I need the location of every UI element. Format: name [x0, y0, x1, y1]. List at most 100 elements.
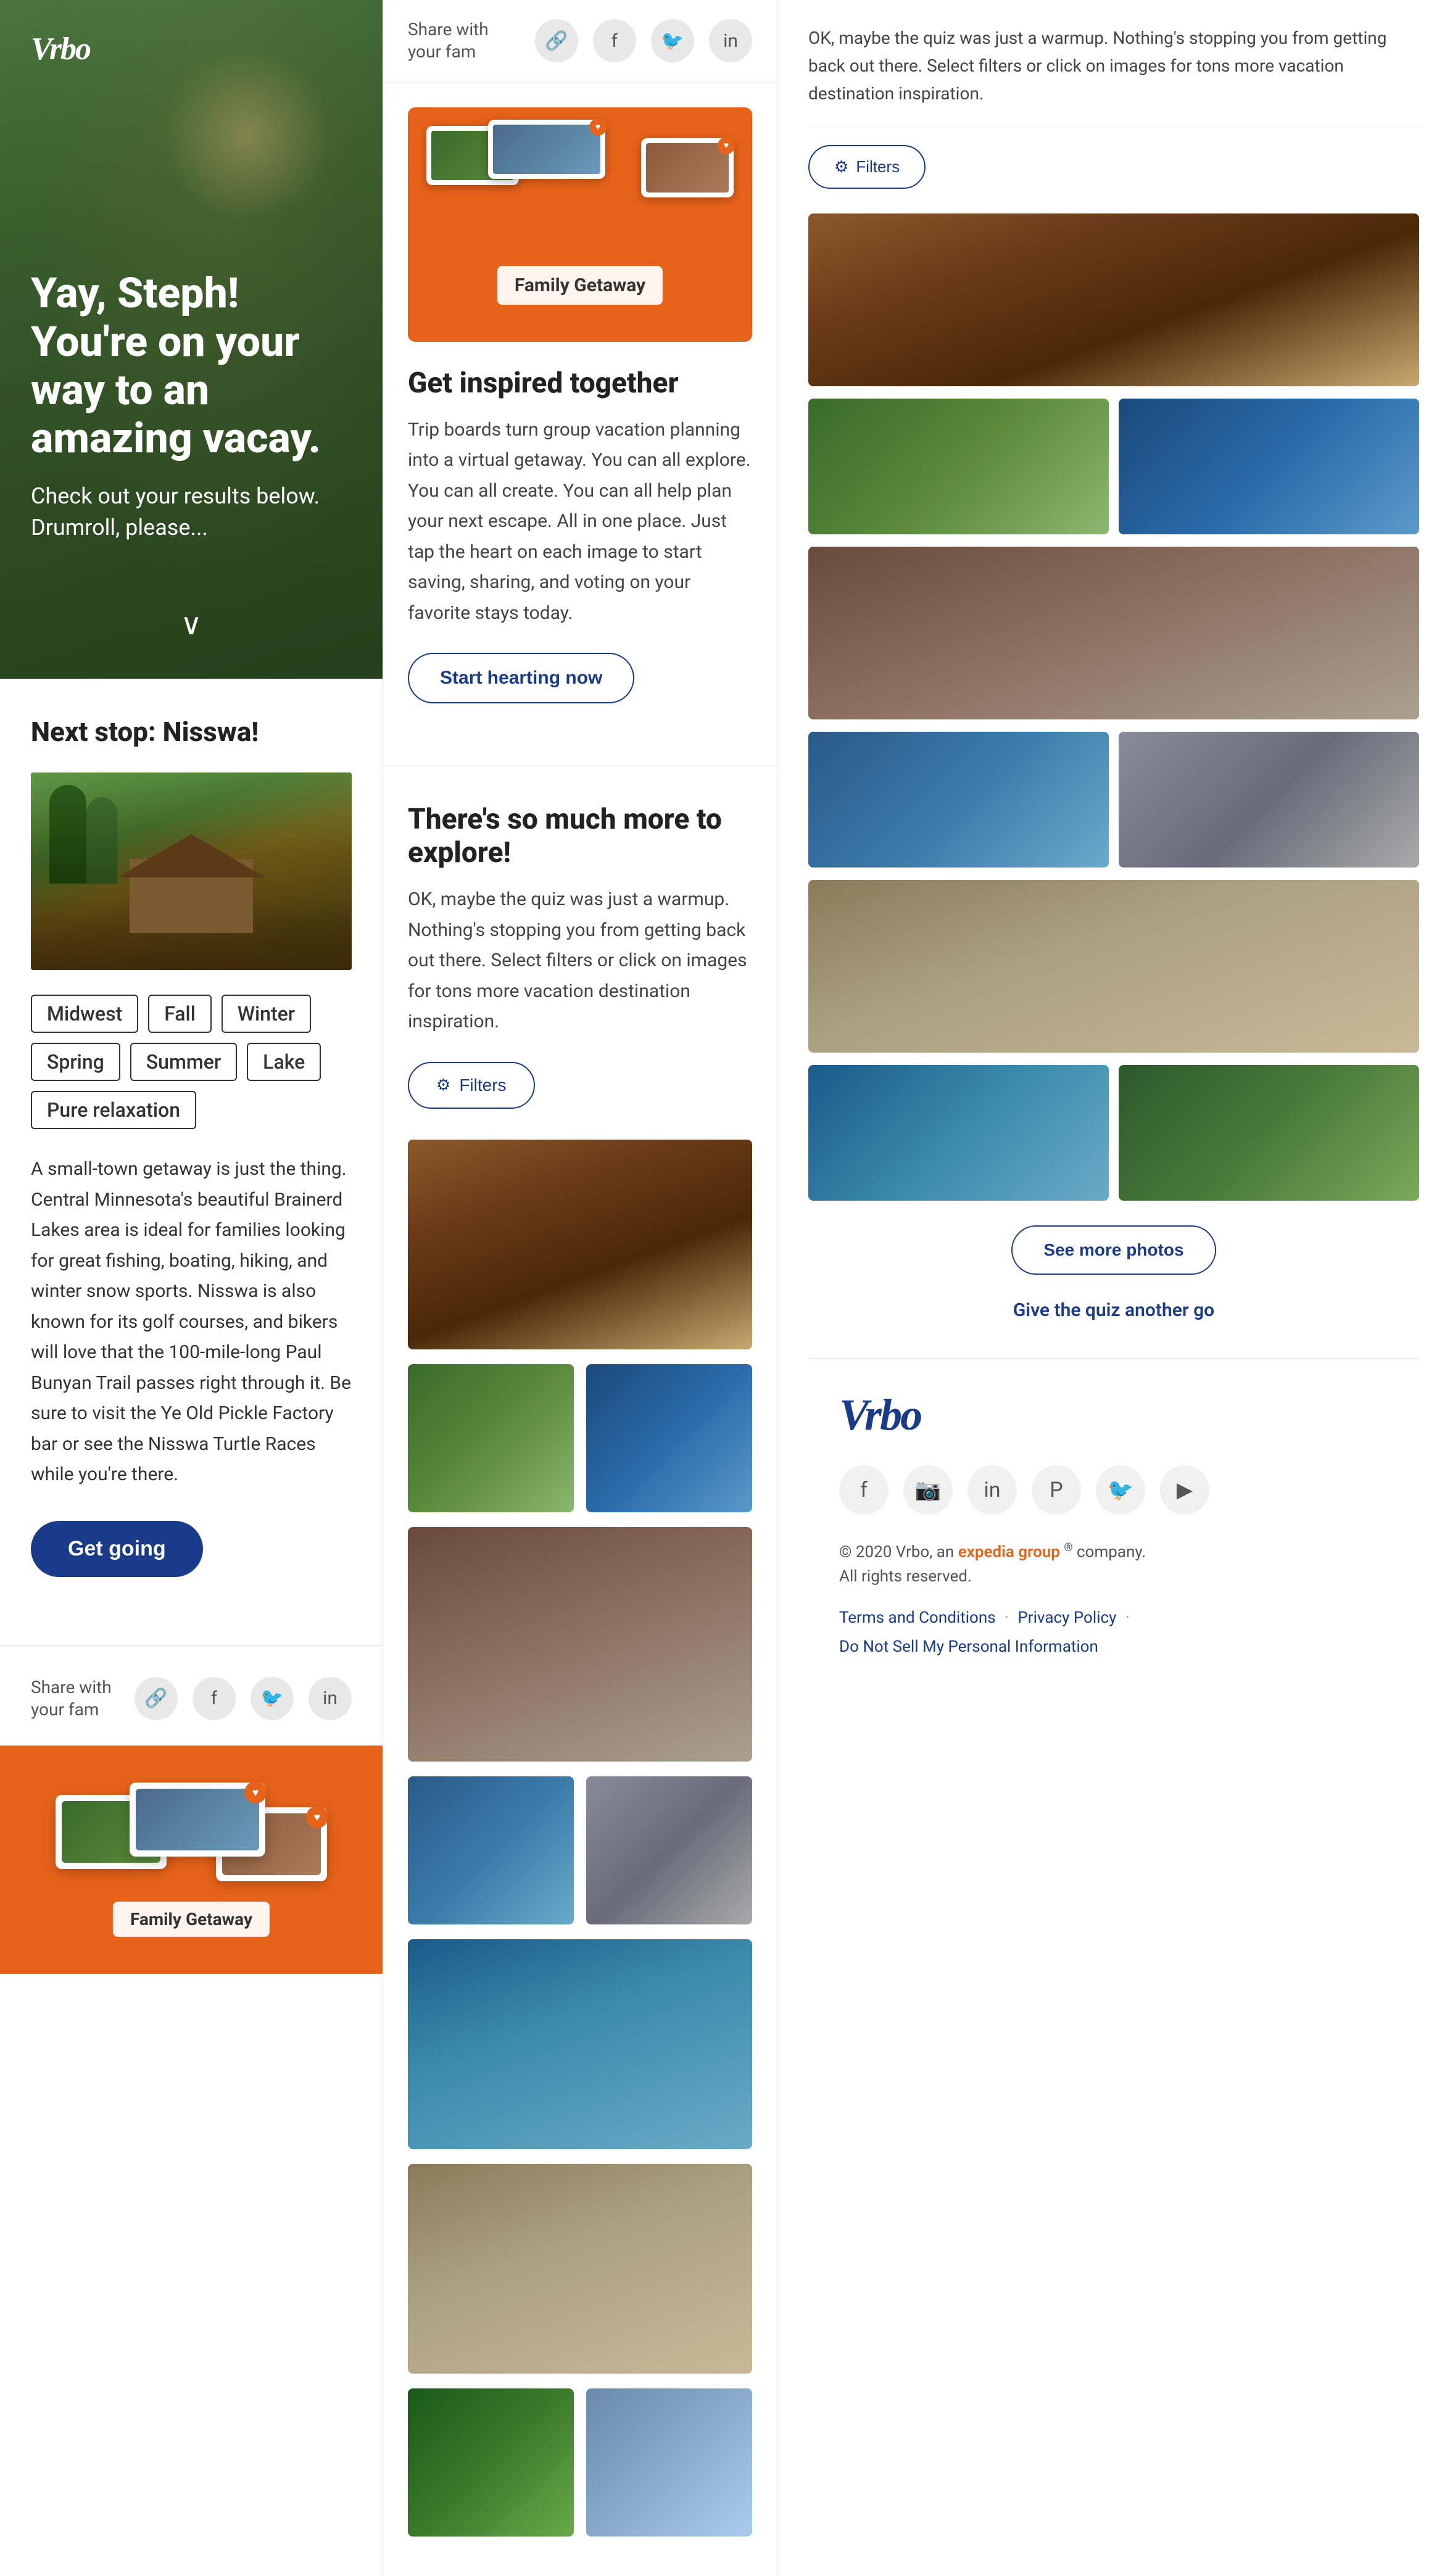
m-thumb-3	[646, 143, 729, 193]
give-quiz-another-go-link[interactable]: Give the quiz another go	[808, 1299, 1419, 1321]
m-heart-3: ♥	[718, 137, 735, 154]
middle-share-twitter-icon[interactable]: 🐦	[651, 19, 694, 62]
tag-midwest[interactable]: Midwest	[31, 995, 138, 1033]
hero-text-block: Yay, Steph! You're on your way to an ama…	[31, 269, 352, 543]
terms-conditions-link[interactable]: Terms and Conditions	[839, 1609, 996, 1627]
filters-label-middle: Filters	[459, 1075, 506, 1095]
tag-pure-relaxation[interactable]: Pure relaxation	[31, 1091, 196, 1129]
right-photo-green[interactable]	[808, 399, 1109, 534]
get-inspired-desc: Trip boards turn group vacation planning…	[408, 415, 752, 629]
family-getaway-label-middle: Family Getaway	[497, 266, 663, 305]
right-photo-house[interactable]	[1119, 732, 1419, 868]
photo-green-houses[interactable]	[408, 1364, 574, 1512]
right-photo-grid	[808, 213, 1419, 1201]
tag-fall[interactable]: Fall	[148, 995, 212, 1033]
filters-label-right: Filters	[856, 157, 900, 176]
right-photo-double-2	[808, 732, 1419, 868]
start-hearting-button[interactable]: Start hearting now	[408, 653, 634, 703]
share-twitter-icon[interactable]: 🐦	[251, 1677, 294, 1720]
photo-lake-view[interactable]	[408, 1776, 574, 1924]
hero-subtext: Check out your results below. Drumroll, …	[31, 481, 352, 543]
footer-section: Vrbo f 📷 in P 🐦 ▶ © 2020 Vrbo, an expedi…	[808, 1358, 1419, 1698]
footer-pinterest-icon[interactable]: P	[1032, 1465, 1081, 1515]
share-facebook-icon[interactable]: f	[193, 1677, 236, 1720]
share-linkedin-icon[interactable]: in	[309, 1677, 352, 1720]
photo-grid-double-3	[408, 2388, 752, 2537]
hero-greeting: Yay, Steph! You're on your way to an ama…	[31, 269, 352, 462]
share-label: Share with your fam	[31, 1676, 116, 1721]
middle-share-top: Share with your fam 🔗 f 🐦 in	[383, 0, 777, 83]
footer-vrbo-logo: Vrbo	[839, 1389, 1388, 1441]
tag-lake[interactable]: Lake	[247, 1043, 321, 1081]
explore-desc: OK, maybe the quiz was just a warmup. No…	[408, 884, 752, 1037]
filters-button-middle[interactable]: ⚙ Filters	[408, 1062, 535, 1109]
next-stop-title: Next stop: Nisswa!	[31, 716, 352, 748]
get-going-button[interactable]: Get going	[31, 1521, 203, 1577]
footer-separator-1: ·	[1005, 1609, 1009, 1627]
m-float-card-2: ♥	[488, 120, 605, 179]
explore-section-middle: There's so much more to explore! OK, may…	[383, 765, 777, 2576]
filter-icon-middle: ⚙	[436, 1075, 450, 1095]
share-link-icon[interactable]: 🔗	[135, 1677, 178, 1720]
photo-beach-hat[interactable]	[408, 1939, 752, 2149]
footer-separator-2: ·	[1125, 1609, 1130, 1627]
vrbo-logo-hero: Vrbo	[31, 31, 90, 67]
share-icons-group: 🔗 f 🐦 in	[135, 1677, 352, 1720]
trip-board-section: ♥ ♥ ♥ Family Getaway Get	[383, 83, 777, 766]
photo-trees-2[interactable]	[408, 2388, 574, 2537]
right-column: OK, maybe the quiz was just a warmup. No…	[777, 0, 1450, 2576]
footer-youtube-icon[interactable]: ▶	[1160, 1465, 1209, 1515]
m-heart-2: ♥	[589, 118, 607, 136]
next-stop-section: Next stop: Nisswa! Midwest Fall Winter S…	[0, 679, 383, 1633]
m-float-card-3: ♥	[641, 138, 734, 197]
photo-deck-house[interactable]	[408, 2164, 752, 2374]
right-photo-double-3	[808, 1065, 1419, 1201]
destination-description: A small-town getaway is just the thing. …	[31, 1154, 352, 1490]
see-more-photos-button[interactable]: See more photos	[1011, 1225, 1216, 1275]
trip-board-card: ♥ ♥ ♥ Family Getaway	[408, 107, 752, 342]
right-photo-trees[interactable]	[1119, 1065, 1419, 1201]
middle-share-facebook-icon[interactable]: f	[593, 19, 636, 62]
heart-badge-3: ♥	[306, 1806, 328, 1828]
right-photo-rocky[interactable]	[808, 213, 1419, 386]
expedia-logo: expedia group	[958, 1543, 1060, 1562]
tag-spring[interactable]: Spring	[31, 1043, 120, 1081]
m-thumb-2	[493, 125, 600, 174]
middle-share-label: Share with your fam	[408, 19, 520, 64]
photo-water-activity[interactable]	[586, 1364, 752, 1512]
right-photo-water[interactable]	[1119, 399, 1419, 534]
right-photo-lake[interactable]	[808, 732, 1109, 868]
footer-twitter-icon[interactable]: 🐦	[1096, 1465, 1145, 1515]
footer-facebook-icon[interactable]: f	[839, 1465, 889, 1515]
tag-summer[interactable]: Summer	[130, 1043, 237, 1081]
footer-linkedin-icon[interactable]: in	[967, 1465, 1017, 1515]
filters-button-right[interactable]: ⚙ Filters	[808, 145, 926, 189]
family-getaway-label-left: Family Getaway	[113, 1902, 270, 1937]
right-photo-beach[interactable]	[808, 1065, 1109, 1201]
scroll-down-icon[interactable]: ∨	[180, 607, 202, 642]
middle-share-linkedin-icon[interactable]: in	[709, 19, 752, 62]
tags-container: Midwest Fall Winter Spring Summer Lake P…	[31, 995, 352, 1129]
share-section: Share with your fam 🔗 f 🐦 in	[0, 1658, 383, 1746]
privacy-policy-link[interactable]: Privacy Policy	[1017, 1609, 1116, 1627]
footer-copyright: © 2020 Vrbo, an expedia group ® company.…	[839, 1539, 1388, 1589]
footer-links: Terms and Conditions · Privacy Policy · …	[839, 1604, 1388, 1662]
float-thumb-2	[136, 1789, 259, 1850]
photo-girls[interactable]	[408, 1527, 752, 1762]
heart-badge-2: ♥	[244, 1781, 267, 1804]
photo-coastal-house[interactable]	[586, 2388, 752, 2537]
trip-board-preview-left: ♥ ♥ ♥ Family Getaway	[0, 1746, 383, 1974]
footer-instagram-icon[interactable]: 📷	[903, 1465, 953, 1515]
right-photo-deck[interactable]	[808, 880, 1419, 1053]
right-photo-girls[interactable]	[808, 547, 1419, 719]
do-not-sell-link[interactable]: Do Not Sell My Personal Information	[839, 1638, 1098, 1656]
photo-grid-double-2	[408, 1776, 752, 1924]
float-card-2: ♥	[130, 1783, 265, 1857]
hero-section: Vrbo Yay, Steph! You're on your way to a…	[0, 0, 383, 679]
photo-rocky-forest[interactable]	[408, 1140, 752, 1349]
tag-winter[interactable]: Winter	[222, 995, 311, 1033]
middle-share-link-icon[interactable]: 🔗	[535, 19, 578, 62]
get-inspired-title: Get inspired together	[408, 367, 752, 400]
photo-grid-double-1	[408, 1364, 752, 1512]
photo-beach-house[interactable]	[586, 1776, 752, 1924]
